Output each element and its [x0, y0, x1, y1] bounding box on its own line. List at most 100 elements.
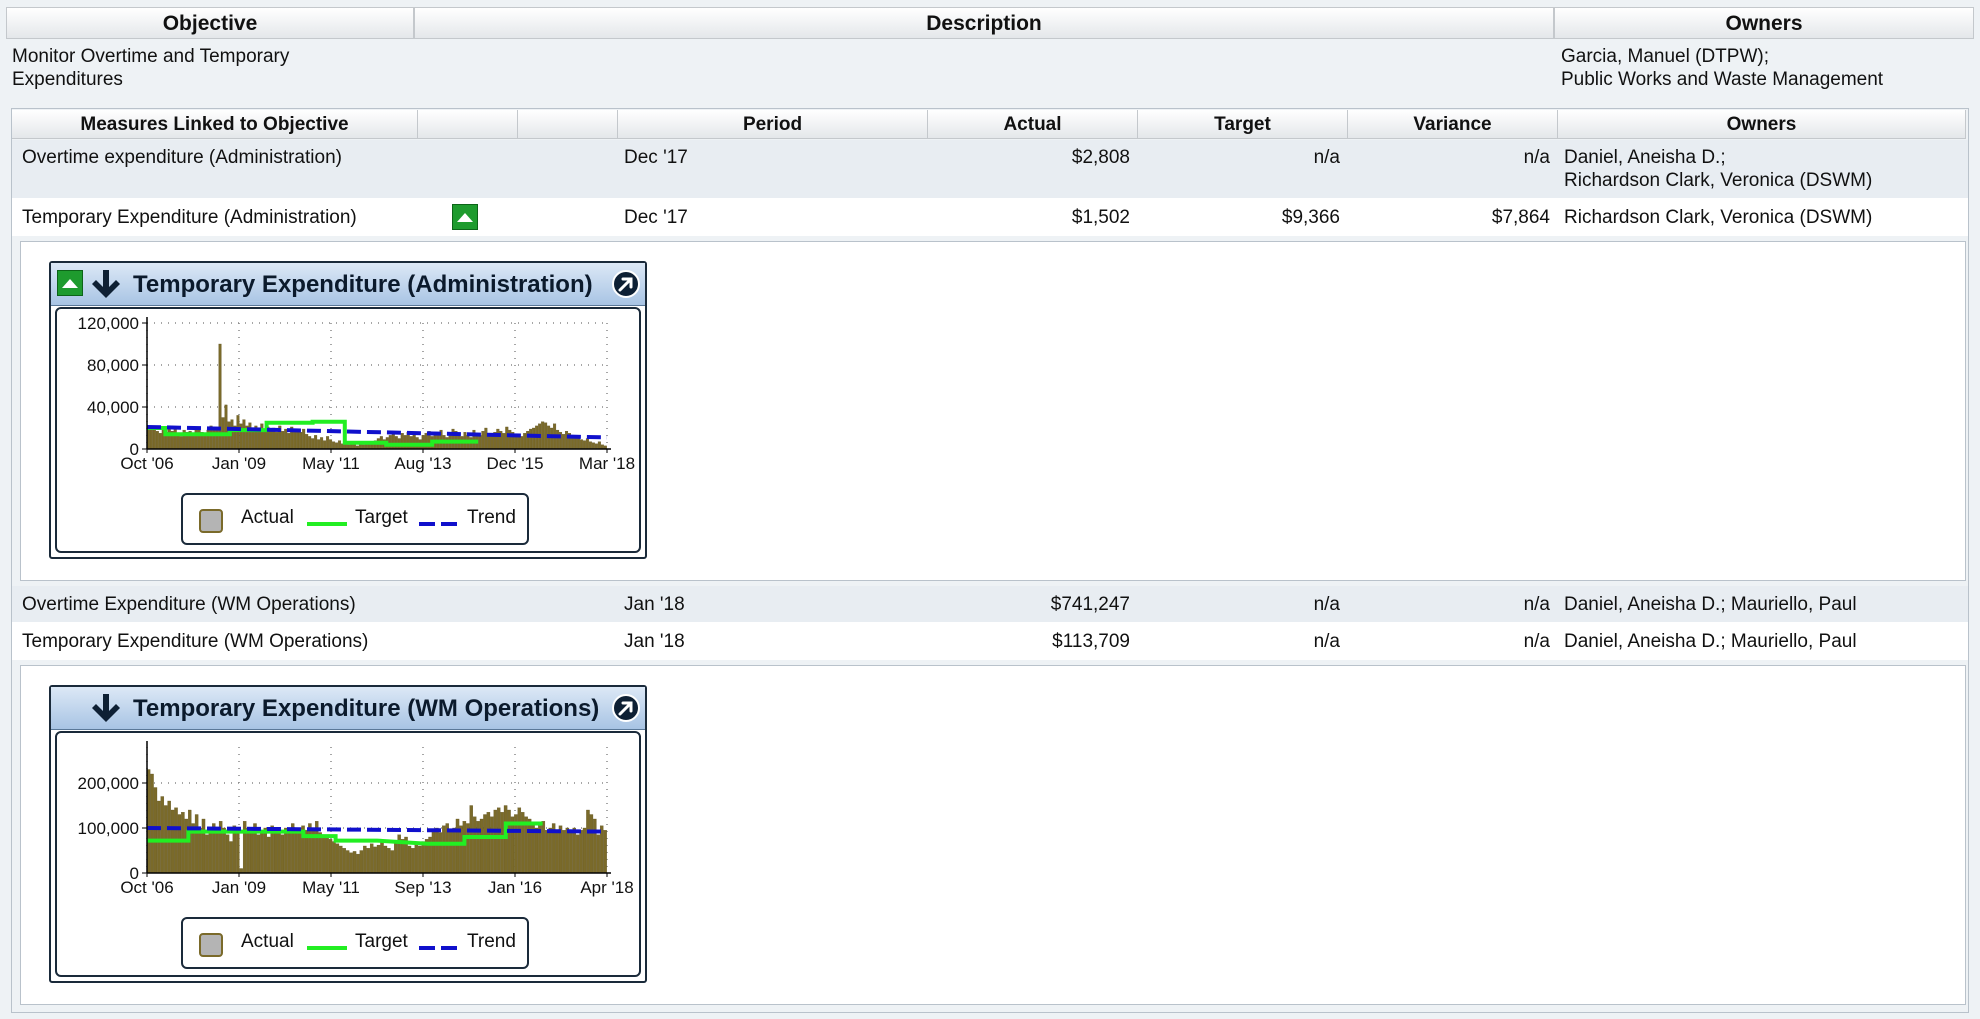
actual-bar	[356, 853, 360, 874]
actual-bar	[407, 845, 412, 874]
actual-bar	[273, 832, 278, 874]
header-owners[interactable]: Owners	[1554, 7, 1974, 39]
header-measure-owners[interactable]: Owners	[1558, 110, 1966, 139]
actual-bar	[472, 816, 477, 874]
actual-bar	[332, 841, 336, 874]
measure-row[interactable]: Temporary Expenditure (Administration) D…	[12, 198, 1968, 236]
chart-widget[interactable]: Temporary Expenditure (WM Operations) 01…	[49, 685, 647, 983]
actual-bar	[215, 428, 219, 450]
actual-bar	[335, 843, 340, 874]
header-description[interactable]: Description	[414, 7, 1554, 39]
actual-bar	[448, 830, 453, 874]
actual-bar	[251, 429, 255, 450]
actual-bar	[421, 841, 425, 874]
actual-bar	[545, 830, 549, 874]
actual-bar	[582, 440, 586, 450]
widget-title-bar[interactable]: Temporary Expenditure (Administration)	[51, 263, 645, 306]
actual-bar	[556, 429, 560, 450]
actual-bar	[229, 841, 233, 874]
actual-bar	[597, 441, 601, 450]
chart-plot: 040,00080,000120,000Oct '06 Jan '09 May '1…	[78, 314, 636, 473]
actual-bar	[321, 834, 326, 874]
actual-bar	[281, 431, 285, 450]
measure-variance: n/a	[1523, 594, 1550, 615]
actual-bar	[194, 814, 199, 874]
header-objective[interactable]: Objective	[6, 7, 414, 39]
actual-bar	[562, 830, 566, 874]
measure-actual: $741,247	[1050, 594, 1130, 615]
actual-bar	[490, 436, 494, 450]
actual-bar	[369, 843, 374, 874]
actual-bar	[508, 429, 512, 450]
chart-widget[interactable]: Temporary Expenditure (Administration) 0…	[49, 261, 647, 559]
expand-arrow-icon[interactable]	[611, 693, 641, 723]
actual-bar	[411, 848, 415, 874]
objective-name[interactable]: Monitor Overtime and Temporary Expenditu…	[12, 45, 289, 91]
actual-bar	[388, 435, 392, 450]
actual-bar	[442, 825, 446, 874]
actual-bar	[435, 827, 439, 874]
chart-area: 0 100,000 200,000 Oct '06 Jan '09 May '11 Sep …	[55, 731, 641, 977]
measure-row[interactable]: Temporary Expenditure (WM Operations) Ja…	[12, 622, 1968, 660]
actual-bar	[493, 809, 497, 874]
actual-bar	[478, 435, 482, 450]
actual-bar	[280, 834, 285, 874]
actual-bar	[363, 845, 367, 874]
actual-bar	[153, 787, 158, 874]
actual-bar	[503, 805, 508, 874]
actual-bar	[246, 827, 250, 874]
actual-bar	[452, 827, 456, 874]
actual-bar	[275, 432, 279, 450]
actual-bar	[594, 443, 598, 450]
actual-bar	[520, 436, 524, 450]
actual-bar	[225, 834, 230, 874]
actual-bar	[544, 422, 548, 450]
x-tick-label: Aug '13	[394, 454, 451, 473]
actual-bar	[593, 818, 597, 874]
actual-bar	[332, 441, 336, 450]
header-status	[418, 110, 518, 139]
header-measure[interactable]: Measures Linked to Objective	[12, 110, 418, 139]
x-tick-label: Dec '15	[486, 454, 543, 473]
measure-target: $9,366	[1281, 207, 1340, 228]
actual-bar	[150, 773, 154, 874]
widget-title-bar[interactable]: Temporary Expenditure (WM Operations)	[51, 687, 645, 730]
x-tick-label: Jan '16	[488, 878, 542, 897]
actual-bar	[373, 846, 377, 874]
actual-bar	[376, 844, 381, 874]
measure-name[interactable]: Temporary Expenditure (Administration)	[22, 206, 357, 229]
objective-owners: Garcia, Manuel (DTPW); Public Works and …	[1561, 45, 1883, 91]
actual-bar	[260, 830, 264, 874]
actual-bar	[588, 441, 592, 450]
actual-bar	[294, 830, 298, 874]
header-actual[interactable]: Actual	[928, 110, 1138, 139]
actual-bar	[496, 807, 501, 874]
actual-bar	[459, 825, 463, 874]
status-up-green-icon	[57, 270, 83, 296]
chart-panel: Temporary Expenditure (Administration) 0…	[20, 241, 1966, 581]
measure-name[interactable]: Overtime expenditure (Administration)	[22, 146, 342, 169]
actual-bar	[589, 814, 594, 874]
measure-row[interactable]: Overtime Expenditure (WM Operations) Jan…	[12, 586, 1968, 622]
actual-bar	[534, 827, 539, 874]
header-variance[interactable]: Variance	[1348, 110, 1558, 139]
chart-legend: Actual Target Trend	[181, 493, 529, 545]
x-tick-label: Oct '06	[120, 454, 173, 473]
actual-bar	[149, 428, 153, 450]
legend-target-swatch	[307, 522, 347, 526]
header-target[interactable]: Target	[1138, 110, 1348, 139]
actual-bar	[507, 809, 511, 874]
actual-bar	[532, 427, 536, 450]
measure-actual: $1,502	[1071, 207, 1130, 228]
actual-bar	[383, 845, 388, 874]
expand-arrow-icon[interactable]	[611, 269, 641, 299]
x-tick-label: Jan '09	[212, 454, 266, 473]
actual-bar	[297, 827, 302, 874]
header-period[interactable]: Period	[618, 110, 928, 139]
legend-actual-swatch	[199, 933, 223, 957]
measure-name[interactable]: Temporary Expenditure (WM Operations)	[22, 630, 368, 653]
measure-row[interactable]: Overtime expenditure (Administration) De…	[12, 140, 1968, 198]
actual-bar	[326, 436, 330, 450]
measure-name[interactable]: Overtime Expenditure (WM Operations)	[22, 593, 356, 616]
actual-bar	[579, 830, 583, 874]
